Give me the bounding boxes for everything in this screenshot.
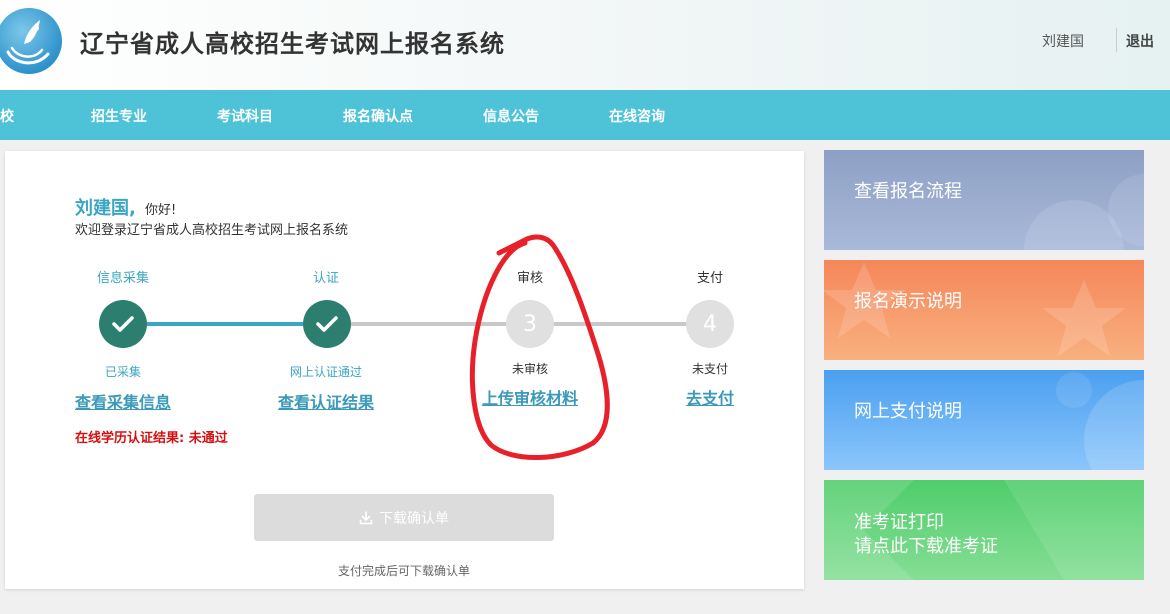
download-note: 支付完成后可下载确认单 [337, 564, 470, 578]
panel-online-payment[interactable]: 网上支付说明 [824, 370, 1144, 470]
check-icon [112, 316, 134, 332]
panel-title: 网上支付说明 [854, 401, 962, 422]
step-circle-pay: 4 [686, 300, 734, 348]
nav-item-consult[interactable]: 在线咨询 [609, 106, 665, 126]
step-title-pay: 支付 [696, 271, 723, 286]
step-status-collect: 已采集 [104, 365, 141, 379]
progress-line-1 [147, 322, 303, 326]
step-status-pay: 未支付 [691, 362, 728, 376]
panel-registration-process[interactable]: 查看报名流程 [824, 150, 1144, 250]
site-title: 辽宁省成人高校招生考试网上报名系统 [80, 30, 505, 58]
check-icon [316, 316, 338, 332]
step-circle-collect [99, 300, 147, 348]
panel-admission-ticket[interactable]: 准考证打印 请点此下载准考证 [824, 480, 1144, 580]
step-circle-verify [303, 300, 351, 348]
logo-icon [0, 8, 62, 74]
step-title-collect: 信息采集 [96, 271, 149, 286]
download-icon [359, 510, 373, 524]
view-collected-info-link[interactable]: 查看采集信息 [43, 389, 203, 413]
download-confirmation-button[interactable]: 下载确认单 [254, 494, 554, 541]
panel-title: 准考证打印 [854, 512, 944, 533]
nav-item-colleges[interactable]: 院校 [0, 106, 14, 126]
header: 辽宁省成人高校招生考试网上报名系统 刘建国 退出 [0, 0, 1170, 90]
header-divider [1116, 28, 1117, 52]
panel-registration-demo[interactable]: 报名演示说明 [824, 260, 1144, 360]
nav-item-subjects[interactable]: 考试科目 [217, 106, 273, 126]
step-status-verify: 网上认证通过 [289, 365, 362, 379]
greeting-name: 刘建国, [75, 198, 136, 219]
logout-button[interactable]: 退出 [1126, 31, 1154, 51]
registration-card: 刘建国, 你好! 欢迎登录辽宁省成人高校招生考试网上报名系统 信息采集 认证 审… [5, 151, 804, 589]
red-circle-annotation [469, 234, 610, 461]
main-nav: 院校 招生专业 考试科目 报名确认点 信息公告 在线咨询 [0, 90, 1170, 140]
welcome-text: 欢迎登录辽宁省成人高校招生考试网上报名系统 [75, 223, 349, 238]
nav-item-majors[interactable]: 招生专业 [91, 106, 147, 126]
download-button-label: 下载确认单 [379, 510, 449, 527]
verify-result-text: 在线学历认证结果: 未通过 [75, 431, 228, 446]
panel-title: 报名演示说明 [854, 291, 962, 312]
panel-title: 查看报名流程 [854, 181, 962, 202]
user-name[interactable]: 刘建国 [1042, 31, 1084, 51]
step-title-verify: 认证 [312, 271, 339, 286]
go-pay-link[interactable]: 去支付 [630, 385, 790, 409]
greeting-hello: 你好! [145, 203, 177, 218]
panel-subtitle: 请点此下载准考证 [854, 536, 998, 557]
nav-item-announcements[interactable]: 信息公告 [483, 106, 539, 126]
view-verify-result-link[interactable]: 查看认证结果 [246, 389, 406, 413]
nav-item-confirm-points[interactable]: 报名确认点 [343, 106, 413, 126]
